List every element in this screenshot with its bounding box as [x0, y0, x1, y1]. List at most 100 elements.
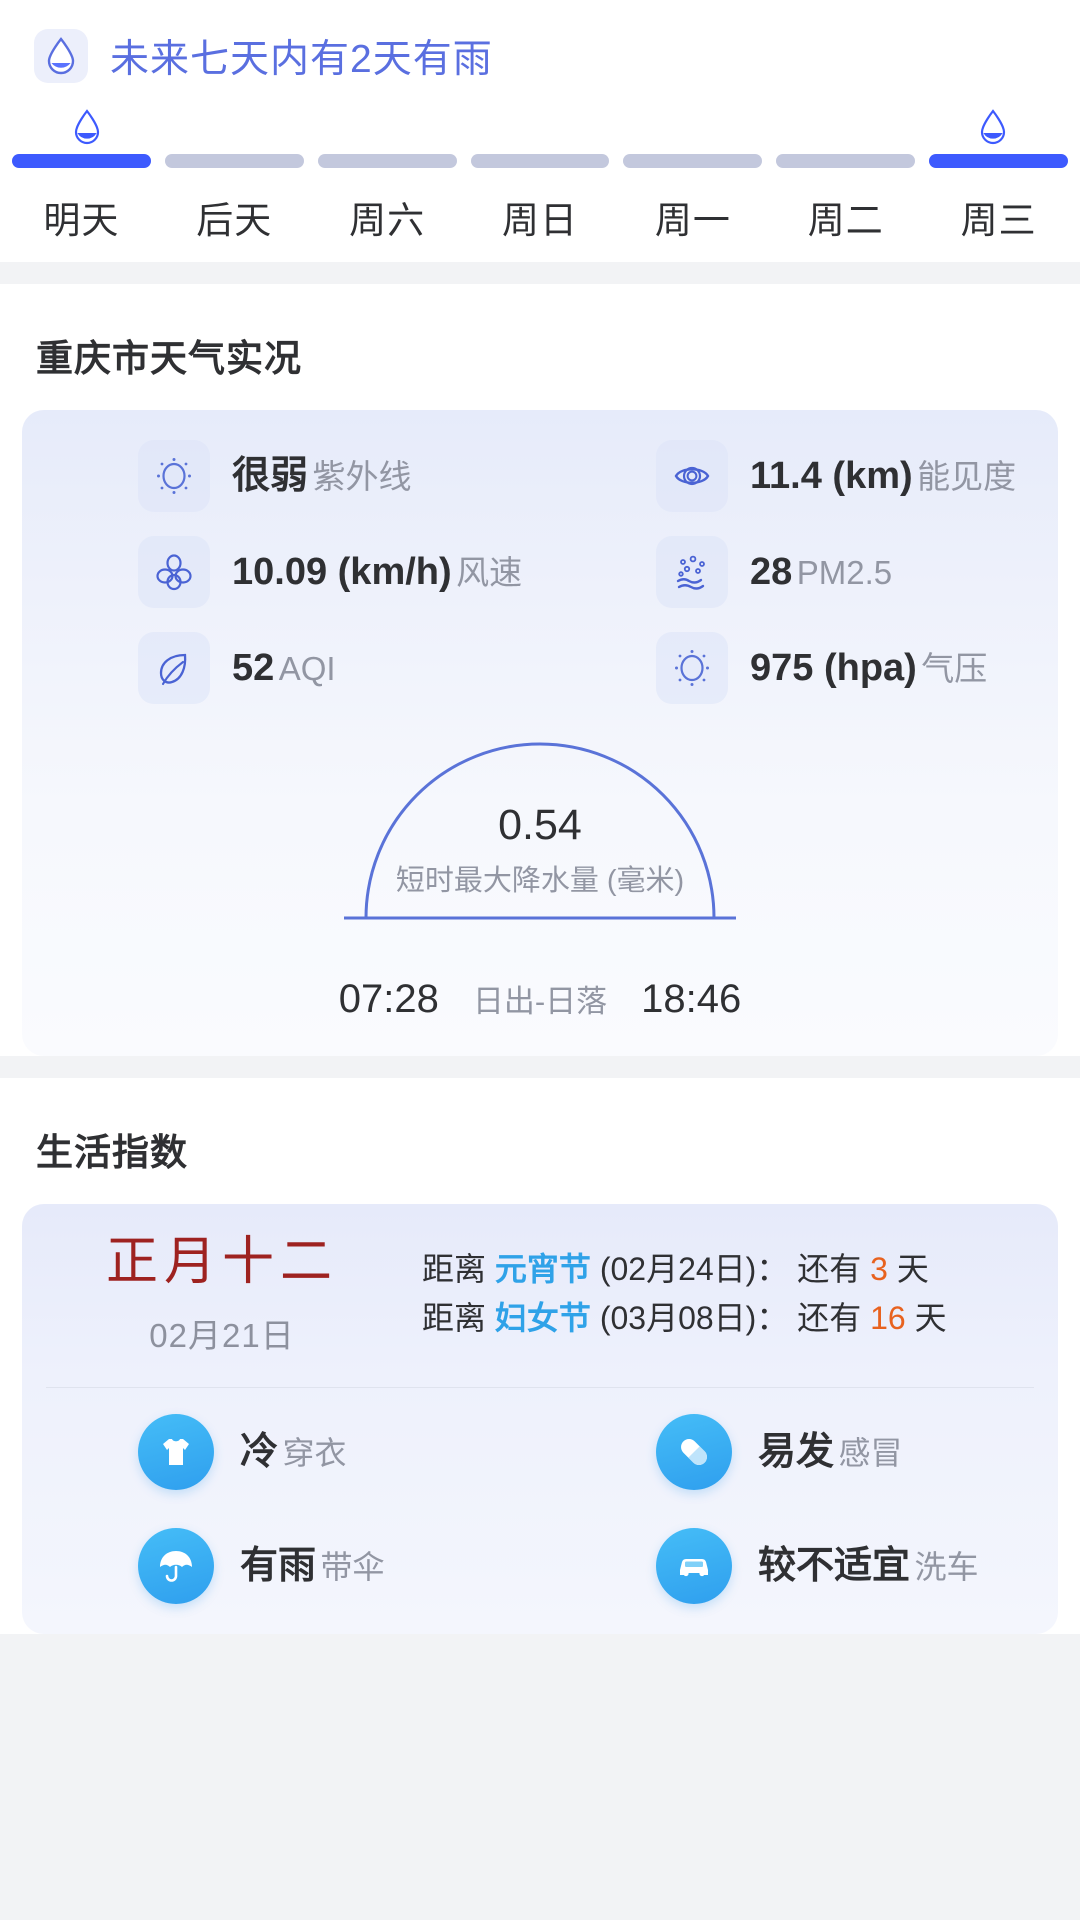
capsule-icon	[656, 1414, 732, 1490]
forecast-rain-icon-5	[766, 94, 917, 146]
calendar-row[interactable]: 正月十二 02月21日 距离 元宵节 (02月24日)： 还有 3 天 距离 妇…	[22, 1204, 1058, 1387]
forecast-bar-5[interactable]	[776, 154, 916, 168]
forecast-day-label-5[interactable]: 周二	[776, 190, 915, 244]
life-index-cold-label: 感冒	[838, 1435, 903, 1472]
life-index-carwash-value: 较不适宜	[758, 1545, 911, 1588]
forecast-day-label-1[interactable]: 后天	[165, 190, 304, 244]
current-weather-card: 重庆市天气实况 很弱 紫外线 11.4 (km) 能见度 10.09 (km/h…	[0, 284, 1080, 1056]
forecast-day-label-0[interactable]: 明天	[12, 190, 151, 244]
tshirt-icon	[138, 1414, 214, 1490]
particles-pm-icon	[656, 536, 728, 608]
forecast-rain-icon-3	[465, 94, 616, 146]
metric-pressure-label: 气压	[921, 649, 988, 687]
life-index-title: 生活指数	[36, 1132, 188, 1173]
metric-pressure[interactable]: 975 (hpa) 气压	[540, 632, 1058, 704]
calendar-date-block: 正月十二 02月21日	[22, 1230, 422, 1357]
life-index-clothing[interactable]: 冷 穿衣	[22, 1414, 540, 1490]
festival-middle-0: 还有	[797, 1250, 862, 1287]
festival-days-1: 16	[870, 1299, 906, 1336]
forecast-rain-icon-1	[163, 94, 314, 146]
life-index-umbrella-label: 带伞	[320, 1549, 385, 1586]
life-index-grid: 冷 穿衣 易发 感冒 有雨 带伞 较不适宜 洗车	[22, 1388, 1058, 1634]
car-icon	[656, 1528, 732, 1604]
pressure-sun-icon	[656, 632, 728, 704]
precipitation-label: 短时最大降水量 (毫米)	[395, 865, 685, 898]
sunset-time: 18:46	[641, 977, 742, 1021]
metric-uv[interactable]: 很弱 紫外线	[22, 440, 540, 512]
festival-date-0: (02月24日)：	[599, 1250, 789, 1287]
forecast-day-label-3[interactable]: 周日	[471, 190, 610, 244]
festival-row-0: 距离 元宵节 (02月24日)： 还有 3 天	[422, 1245, 1038, 1294]
forecast-day-labels: 明天 后天 周六 周日 周一 周二 周三	[10, 168, 1070, 244]
forecast-day-label-2[interactable]: 周六	[318, 190, 457, 244]
current-weather-panel: 很弱 紫外线 11.4 (km) 能见度 10.09 (km/h) 风速 28 …	[22, 410, 1058, 1056]
life-index-clothing-value: 冷	[240, 1431, 279, 1474]
metric-wind[interactable]: 10.09 (km/h) 风速	[22, 536, 540, 608]
forecast-bar-4[interactable]	[623, 154, 763, 168]
metric-pm25-value: 28	[750, 550, 793, 593]
life-index-cold[interactable]: 易发 感冒	[540, 1414, 1058, 1490]
forecast-rain-icon-2	[314, 94, 465, 146]
life-index-card: 生活指数 正月十二 02月21日 距离 元宵节 (02月24日)： 还有 3 天…	[0, 1078, 1080, 1634]
precipitation-value: 0.54	[498, 801, 582, 849]
forecast-day-label-4[interactable]: 周一	[623, 190, 762, 244]
festival-row-1: 距离 妇女节 (03月08日)： 还有 16 天	[422, 1294, 1038, 1343]
festival-name-0: 元宵节	[494, 1250, 591, 1287]
metric-aqi-value: 52	[232, 646, 275, 689]
metric-aqi-label: AQI	[278, 649, 336, 687]
life-index-umbrella[interactable]: 有雨 带伞	[22, 1528, 540, 1604]
forecast-rain-icon-0	[12, 94, 163, 146]
festival-date-1: (03月08日)：	[599, 1299, 789, 1336]
forecast-bar-1[interactable]	[164, 154, 304, 168]
metric-aqi[interactable]: 52 AQI	[22, 632, 540, 704]
metric-visibility-label: 能见度	[917, 457, 1017, 495]
sun-arc: 0.54 短时最大降水量 (毫米)	[22, 730, 1058, 960]
forecast-bar-3[interactable]	[470, 154, 610, 168]
current-weather-title: 重庆市天气实况	[36, 338, 302, 379]
metric-pm25-label: PM2.5	[796, 553, 893, 591]
metric-pressure-value: 975 (hpa)	[750, 646, 917, 689]
sunrise-sunset-row: 07:28 日出-日落 18:46	[22, 976, 1058, 1022]
section-gap-2	[0, 1056, 1080, 1078]
forecast-day-label-6[interactable]: 周三	[929, 190, 1068, 244]
life-index-carwash[interactable]: 较不适宜 洗车	[540, 1528, 1058, 1604]
rain-banner[interactable]: 未来七天内有2天有雨	[0, 0, 1080, 94]
life-index-cold-value: 易发	[758, 1431, 835, 1474]
metric-pm25[interactable]: 28 PM2.5	[540, 536, 1058, 608]
life-index-panel: 正月十二 02月21日 距离 元宵节 (02月24日)： 还有 3 天 距离 妇…	[22, 1204, 1058, 1634]
section-gap-1	[0, 262, 1080, 284]
forecast-bar-0[interactable]	[12, 154, 151, 168]
eye-visibility-icon	[656, 440, 728, 512]
metric-grid: 很弱 紫外线 11.4 (km) 能见度 10.09 (km/h) 风速 28 …	[22, 440, 1058, 704]
metric-visibility-value: 11.4 (km)	[750, 454, 913, 497]
festival-name-1: 妇女节	[494, 1299, 591, 1336]
rain-banner-text: 未来七天内有2天有雨	[110, 38, 493, 81]
metric-wind-value: 10.09 (km/h)	[232, 550, 452, 593]
forecast-rain-icon-4	[615, 94, 766, 146]
solar-date: 02月21日	[149, 1317, 295, 1354]
fan-wind-icon	[138, 536, 210, 608]
forecast-rain-icons-row	[10, 94, 1070, 146]
forecast-bar-6[interactable]	[929, 154, 1069, 168]
festival-days-0: 3	[870, 1250, 888, 1287]
life-index-umbrella-value: 有雨	[240, 1545, 317, 1588]
metric-wind-label: 风速	[456, 553, 523, 591]
sunrise-time: 07:28	[338, 977, 439, 1021]
leaf-aqi-icon	[138, 632, 210, 704]
festival-prefix-1: 距离	[422, 1299, 487, 1336]
seven-day-forecast-card: 未来七天内有2天有雨 明天 后天 周六 周日 周一 周二 周三	[0, 0, 1080, 262]
lunar-date: 正月十二	[105, 1233, 338, 1291]
festival-prefix-0: 距离	[422, 1250, 487, 1287]
umbrella-icon	[138, 1528, 214, 1604]
festival-middle-1: 还有	[797, 1299, 862, 1336]
festival-countdowns: 距离 元宵节 (02月24日)： 还有 3 天 距离 妇女节 (03月08日)：…	[422, 1245, 1058, 1342]
metric-visibility[interactable]: 11.4 (km) 能见度	[540, 440, 1058, 512]
sunrise-sunset-label: 日出-日落	[472, 984, 608, 1019]
uv-sun-icon	[138, 440, 210, 512]
rain-drop-icon	[34, 29, 88, 83]
forecast-strip: 明天 后天 周六 周日 周一 周二 周三	[0, 94, 1080, 244]
festival-suffix-0: 天	[896, 1250, 929, 1287]
life-index-carwash-label: 洗车	[914, 1549, 979, 1586]
life-index-clothing-label: 穿衣	[282, 1435, 347, 1472]
forecast-bar-2[interactable]	[317, 154, 457, 168]
